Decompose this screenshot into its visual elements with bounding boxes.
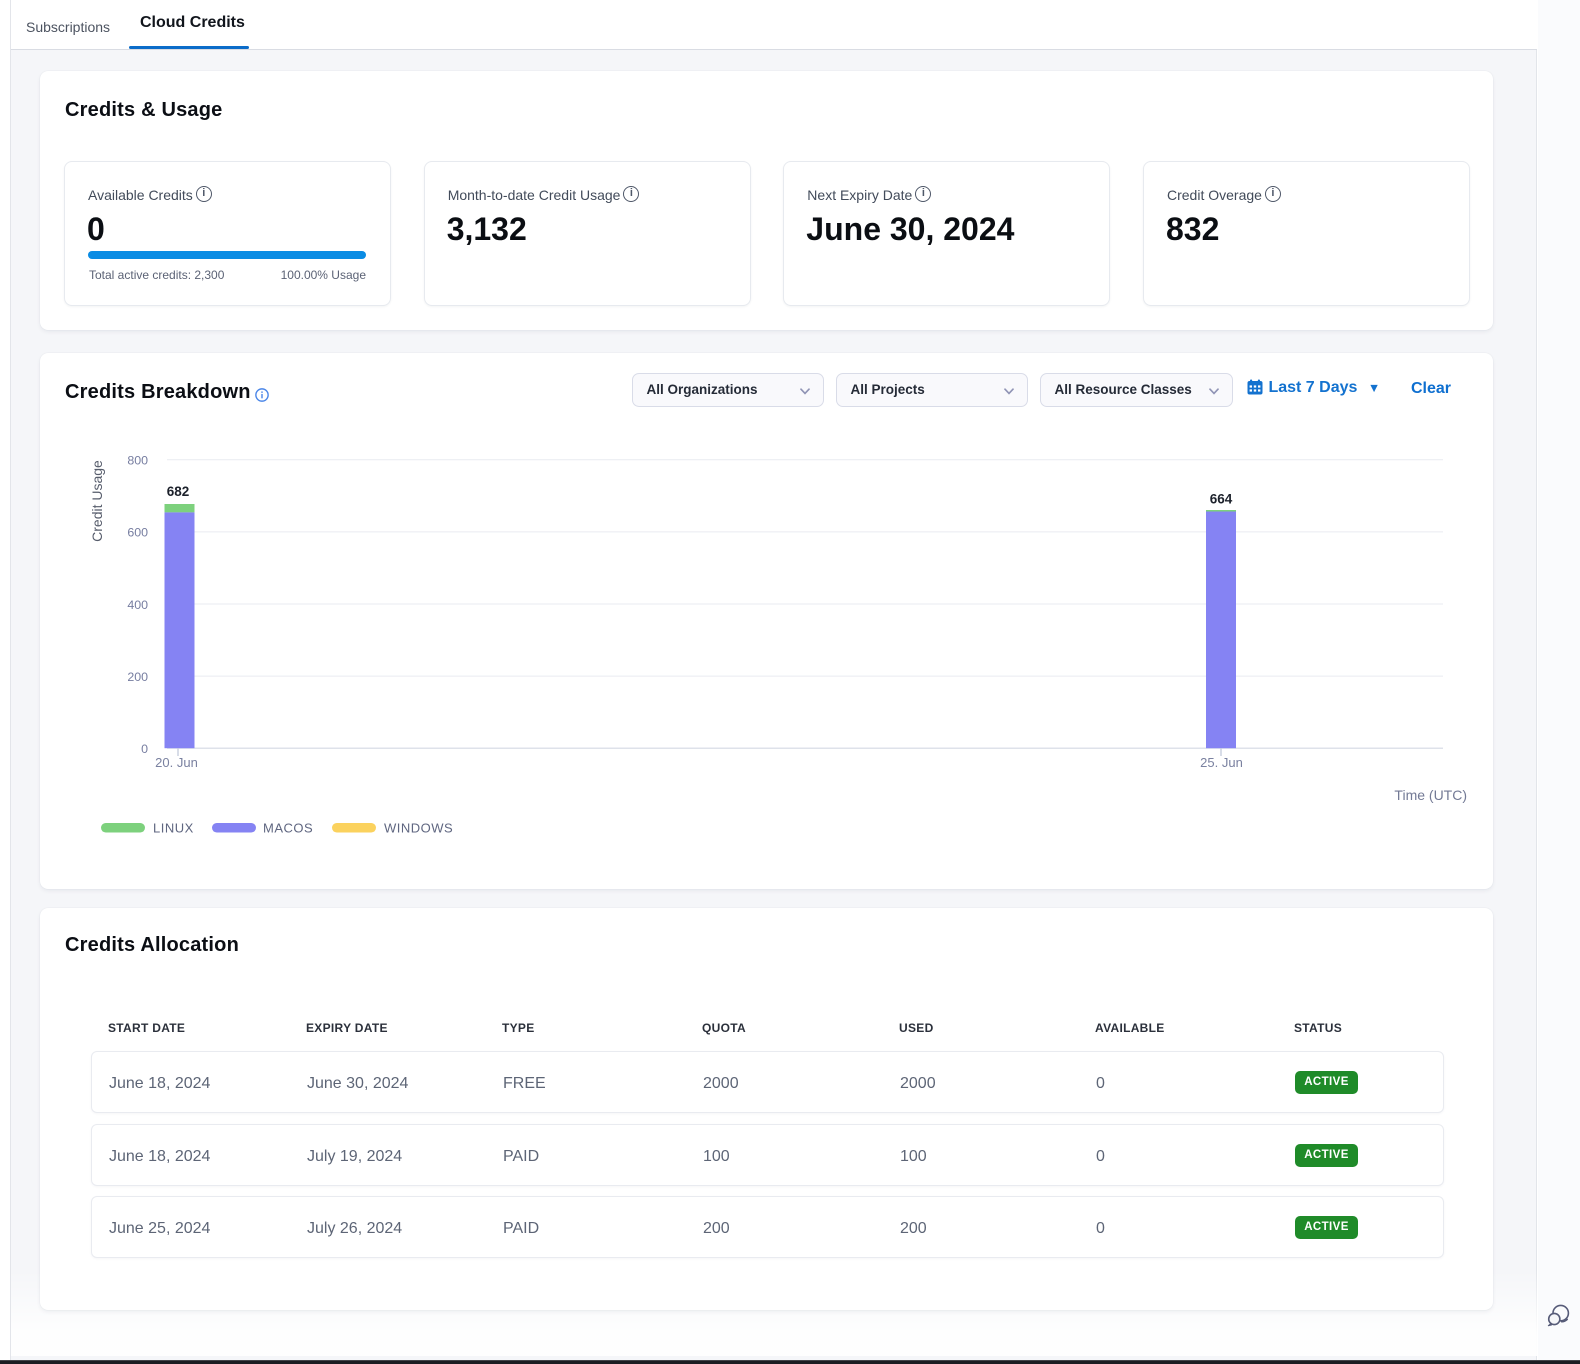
- svg-text:800: 800: [127, 454, 148, 468]
- svg-text:664: 664: [1210, 492, 1233, 507]
- svg-text:682: 682: [167, 484, 190, 499]
- svg-text:WINDOWS: WINDOWS: [384, 821, 453, 836]
- svg-text:25. Jun: 25. Jun: [1200, 755, 1243, 770]
- svg-text:Time (UTC): Time (UTC): [1394, 787, 1467, 803]
- svg-text:20. Jun: 20. Jun: [155, 755, 198, 770]
- svg-text:LINUX: LINUX: [153, 821, 194, 836]
- svg-text:200: 200: [127, 670, 148, 684]
- svg-text:MACOS: MACOS: [263, 821, 313, 836]
- svg-text:Credit Usage: Credit Usage: [89, 460, 105, 542]
- svg-text:0: 0: [141, 742, 148, 756]
- svg-text:600: 600: [127, 526, 148, 540]
- svg-text:400: 400: [127, 598, 148, 612]
